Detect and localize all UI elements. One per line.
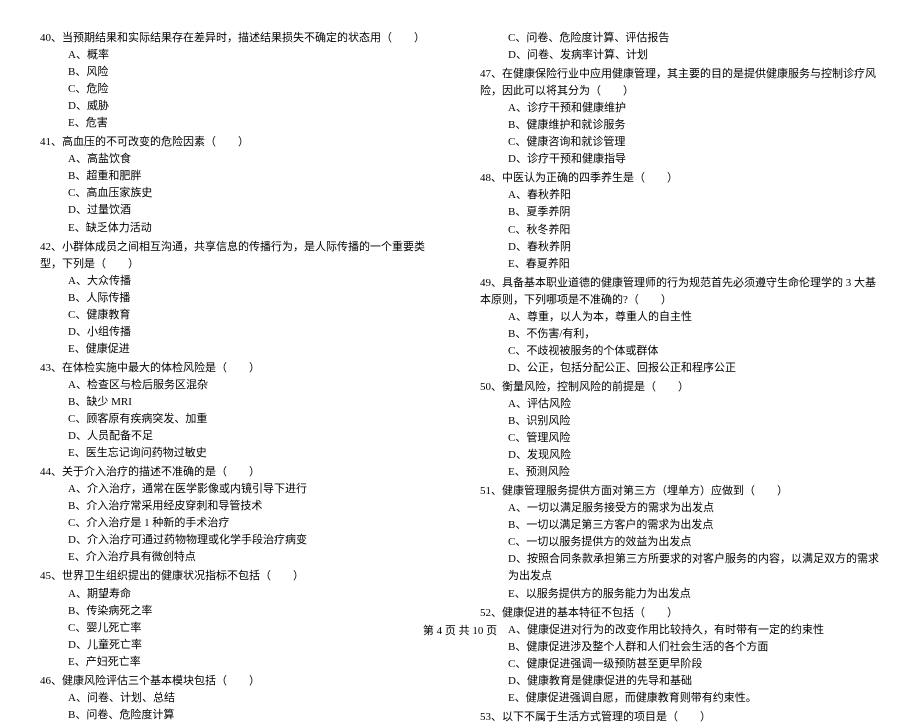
question-option: A、诊疗干预和健康维护	[480, 100, 880, 117]
question-option: C、高血压家族史	[40, 185, 440, 202]
question-option: D、问卷、发病率计算、计划	[480, 47, 880, 64]
page-footer: 第 4 页 共 10 页	[0, 622, 920, 638]
question-option: B、超重和肥胖	[40, 168, 440, 185]
question-option: A、尊重，以人为本，尊重人的自主性	[480, 309, 880, 326]
question-option: C、危险	[40, 81, 440, 98]
question-option: E、预测风险	[480, 464, 880, 481]
question-option: E、产妇死亡率	[40, 654, 440, 671]
question: 52、健康促进的基本特征不包括（ ）A、健康促进对行为的改变作用比较持久，有时带…	[480, 605, 880, 707]
question: 47、在健康保险行业中应用健康管理，其主要的目的是提供健康服务与控制诊疗风险，因…	[480, 66, 880, 168]
question-option: D、儿童死亡率	[40, 637, 440, 654]
question-option: D、公正，包括分配公正、回报公正和程序公正	[480, 360, 880, 377]
question-option: B、人际传播	[40, 290, 440, 307]
question-stem: 49、具备基本职业道德的健康管理师的行为规范首先必须遵守生命伦理学的 3 大基本…	[480, 275, 880, 309]
question-stem: 42、小群体成员之间相互沟通，共享信息的传播行为，是人际传播的一个重要类型，下列…	[40, 239, 440, 273]
question-option: B、风险	[40, 64, 440, 81]
question-stem: 47、在健康保险行业中应用健康管理，其主要的目的是提供健康服务与控制诊疗风险，因…	[480, 66, 880, 100]
question-option: C、健康促进强调一级预防甚至更早阶段	[480, 656, 880, 673]
question-option: E、危害	[40, 115, 440, 132]
question-option: D、过量饮酒	[40, 202, 440, 219]
question-stem: 45、世界卫生组织提出的健康状况指标不包括（ ）	[40, 568, 440, 585]
question-option: C、不歧视被服务的个体或群体	[480, 343, 880, 360]
question-option: E、介入治疗具有微创特点	[40, 549, 440, 566]
question-option: D、小组传播	[40, 324, 440, 341]
question-option: C、一切以服务提供方的效益为出发点	[480, 534, 880, 551]
question-option: E、医生忘记询问药物过敏史	[40, 445, 440, 462]
question: 51、健康管理服务提供方面对第三方（埋单方）应做到（ ）A、一切以满足服务接受方…	[480, 483, 880, 602]
question: 50、衡量风险，控制风险的前提是（ ）A、评估风险B、识别风险C、管理风险D、发…	[480, 379, 880, 481]
question-stem: 43、在体检实施中最大的体检风险是（ ）	[40, 360, 440, 377]
question: C、问卷、危险度计算、评估报告D、问卷、发病率计算、计划	[480, 30, 880, 64]
question-option: A、问卷、计划、总结	[40, 690, 440, 707]
question-option: C、秋冬养阳	[480, 222, 880, 239]
question-option: D、人员配备不足	[40, 428, 440, 445]
question-option: A、一切以满足服务接受方的需求为出发点	[480, 500, 880, 517]
question-option: B、夏季养阴	[480, 204, 880, 221]
question: 53、以下不属于生活方式管理的项目是（ ）	[480, 709, 880, 726]
question-stem: 41、高血压的不可改变的危险因素（ ）	[40, 134, 440, 151]
question-option: D、诊疗干预和健康指导	[480, 151, 880, 168]
question-option: C、顾客原有疾病突发、加重	[40, 411, 440, 428]
question-option: C、介入治疗是 1 种新的手术治疗	[40, 515, 440, 532]
question-option: C、问卷、危险度计算、评估报告	[480, 30, 880, 47]
question-stem: 48、中医认为正确的四季养生是（ ）	[480, 170, 880, 187]
question: 46、健康风险评估三个基本模块包括（ ）A、问卷、计划、总结B、问卷、危险度计算	[40, 673, 440, 724]
question-stem: 44、关于介入治疗的描述不准确的是（ ）	[40, 464, 440, 481]
question-option: D、威胁	[40, 98, 440, 115]
question-option: E、健康促进	[40, 341, 440, 358]
question-option: C、健康教育	[40, 307, 440, 324]
question-option: E、健康促进强调自愿，而健康教育则带有约束性。	[480, 690, 880, 707]
question-option: D、春秋养阴	[480, 239, 880, 256]
question: 41、高血压的不可改变的危险因素（ ）A、高盐饮食B、超重和肥胖C、高血压家族史…	[40, 134, 440, 236]
question-option: D、健康教育是健康促进的先导和基础	[480, 673, 880, 690]
question-option: A、概率	[40, 47, 440, 64]
question-option: A、检查区与检后服务区混杂	[40, 377, 440, 394]
question-option: E、春夏养阳	[480, 256, 880, 273]
question: 44、关于介入治疗的描述不准确的是（ ）A、介入治疗，通常在医学影像或内镜引导下…	[40, 464, 440, 566]
question-option: B、传染病死之率	[40, 603, 440, 620]
question-option: B、介入治疗常采用经皮穿刺和导管技术	[40, 498, 440, 515]
question-option: B、问卷、危险度计算	[40, 707, 440, 724]
question: 42、小群体成员之间相互沟通，共享信息的传播行为，是人际传播的一个重要类型，下列…	[40, 239, 440, 358]
question-option: B、健康维护和就诊服务	[480, 117, 880, 134]
question-option: A、评估风险	[480, 396, 880, 413]
question-option: E、缺乏体力活动	[40, 220, 440, 237]
question-option: A、春秋养阳	[480, 187, 880, 204]
question: 48、中医认为正确的四季养生是（ ）A、春秋养阳B、夏季养阴C、秋冬养阳D、春秋…	[480, 170, 880, 272]
question-option: A、大众传播	[40, 273, 440, 290]
question: 49、具备基本职业道德的健康管理师的行为规范首先必须遵守生命伦理学的 3 大基本…	[480, 275, 880, 377]
question-option: D、介入治疗可通过药物物理或化学手段治疗病变	[40, 532, 440, 549]
question-stem: 52、健康促进的基本特征不包括（ ）	[480, 605, 880, 622]
question-option: A、介入治疗，通常在医学影像或内镜引导下进行	[40, 481, 440, 498]
question-option: D、发现风险	[480, 447, 880, 464]
question-option: E、以服务提供方的服务能力为出发点	[480, 586, 880, 603]
question-stem: 40、当预期结果和实际结果存在差异时，描述结果损失不确定的状态用（ ）	[40, 30, 440, 47]
question-stem: 51、健康管理服务提供方面对第三方（埋单方）应做到（ ）	[480, 483, 880, 500]
question-option: B、不伤害/有利，	[480, 326, 880, 343]
question-option: B、一切以满足第三方客户的需求为出发点	[480, 517, 880, 534]
question-stem: 50、衡量风险，控制风险的前提是（ ）	[480, 379, 880, 396]
page-content: 40、当预期结果和实际结果存在差异时，描述结果损失不确定的状态用（ ）A、概率B…	[0, 0, 920, 728]
question-option: B、缺少 MRI	[40, 394, 440, 411]
question-option: B、识别风险	[480, 413, 880, 430]
question-option: B、健康促进涉及整个人群和人们社会生活的各个方面	[480, 639, 880, 656]
question-stem: 53、以下不属于生活方式管理的项目是（ ）	[480, 709, 880, 726]
question: 43、在体检实施中最大的体检风险是（ ）A、检查区与检后服务区混杂B、缺少 MR…	[40, 360, 440, 462]
question-option: A、期望寿命	[40, 586, 440, 603]
question: 45、世界卫生组织提出的健康状况指标不包括（ ）A、期望寿命B、传染病死之率C、…	[40, 568, 440, 670]
question-option: A、高盐饮食	[40, 151, 440, 168]
question: 40、当预期结果和实际结果存在差异时，描述结果损失不确定的状态用（ ）A、概率B…	[40, 30, 440, 132]
question-option: C、管理风险	[480, 430, 880, 447]
question-option: C、健康咨询和就诊管理	[480, 134, 880, 151]
question-stem: 46、健康风险评估三个基本模块包括（ ）	[40, 673, 440, 690]
question-option: D、按照合同条款承担第三方所要求的对客户服务的内容，以满足双方的需求为出发点	[480, 551, 880, 585]
